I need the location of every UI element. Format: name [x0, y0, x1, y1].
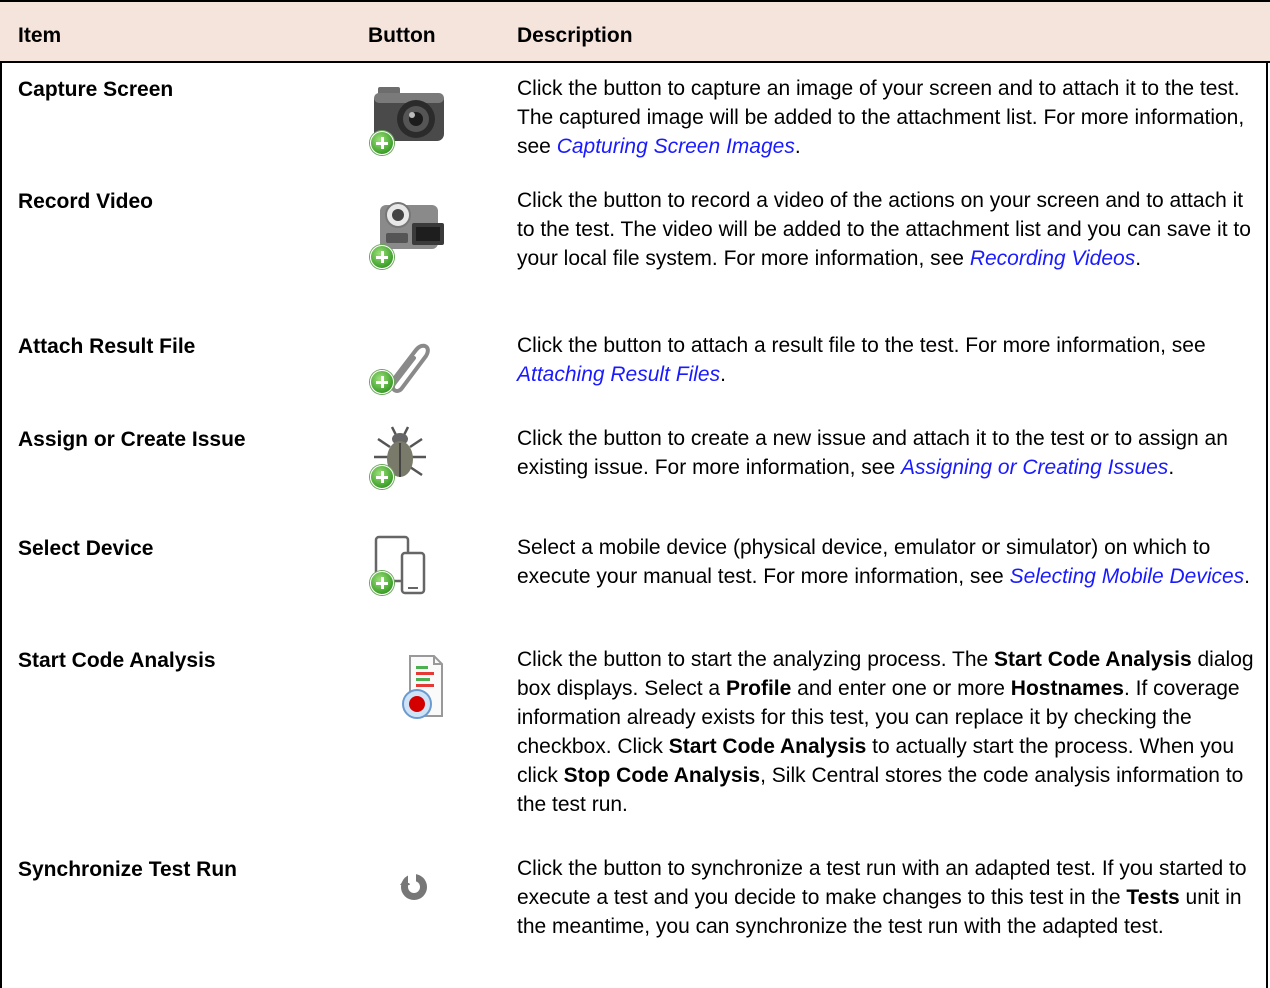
header-button: Button: [368, 24, 436, 47]
table-header: Item Button Description: [0, 0, 1270, 63]
row-description: Click the button to record a video of th…: [517, 189, 1251, 270]
paperclip-add-icon[interactable]: [368, 332, 438, 402]
item-name: Synchronize Test Run: [18, 858, 237, 881]
link-assigning-or-creating-issues[interactable]: Assigning or Creating Issues: [901, 456, 1168, 479]
header-item: Item: [18, 24, 62, 47]
item-name: Attach Result File: [18, 335, 196, 358]
row-description: Click the button to start the analyzing …: [517, 648, 1254, 816]
item-name: Record Video: [18, 190, 153, 213]
link-attaching-result-files[interactable]: Attaching Result Files: [517, 363, 720, 386]
mobile-device-icon[interactable]: [368, 533, 434, 599]
code-analysis-record-icon[interactable]: [398, 652, 448, 724]
link-recording-videos[interactable]: Recording Videos: [970, 247, 1135, 270]
item-name: Select Device: [18, 537, 154, 560]
row-description: Click the button to attach a result file…: [517, 334, 1206, 386]
link-capturing-screen-images[interactable]: Capturing Screen Images: [557, 135, 795, 158]
item-name: Capture Screen: [18, 78, 174, 101]
header-description: Description: [517, 24, 633, 47]
item-name: Start Code Analysis: [18, 649, 216, 672]
video-camera-add-icon[interactable]: [368, 193, 448, 269]
synchronize-icon[interactable]: [398, 871, 430, 903]
row-description: Click the button to synchronize a test r…: [517, 857, 1247, 938]
row-description: Click the button to capture an image of …: [517, 77, 1245, 158]
row-description: Select a mobile device (physical device,…: [517, 536, 1251, 588]
item-name: Assign or Create Issue: [18, 428, 246, 451]
link-selecting-mobile-devices[interactable]: Selecting Mobile Devices: [1010, 565, 1245, 588]
camera-add-icon[interactable]: [368, 79, 448, 155]
bug-add-icon[interactable]: [368, 421, 434, 491]
row-description: Click the button to create a new issue a…: [517, 427, 1228, 479]
